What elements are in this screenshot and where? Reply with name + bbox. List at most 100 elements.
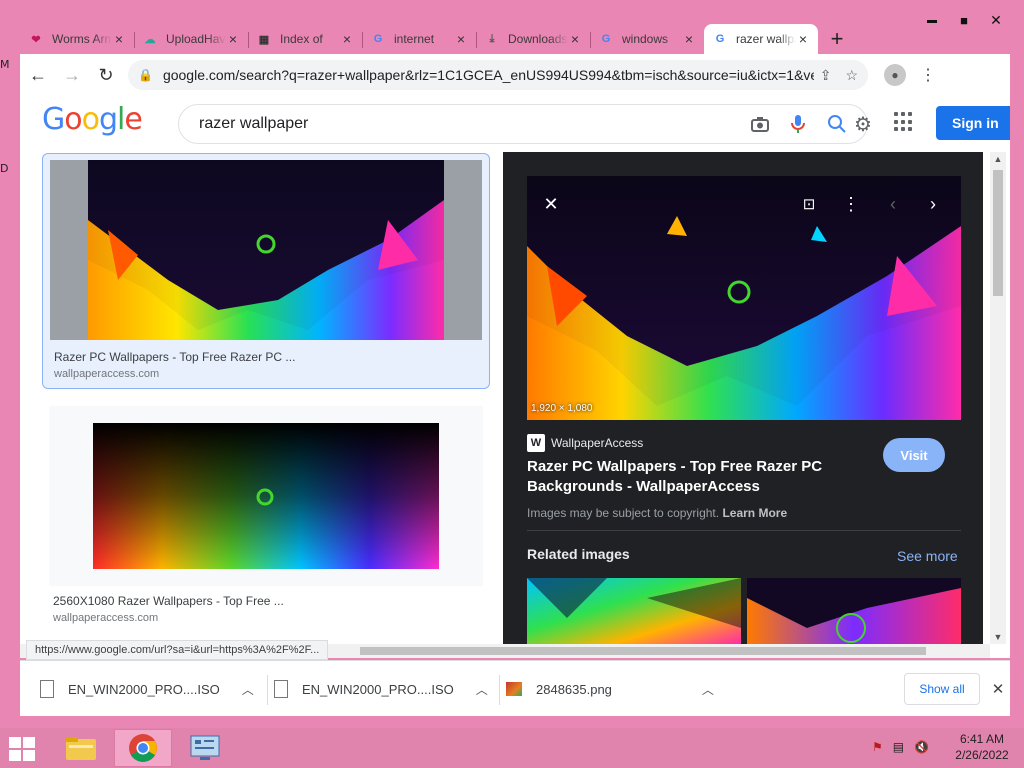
- preview-source[interactable]: W WallpaperAccess: [527, 434, 643, 452]
- tab-label: razer wallpaper: [736, 32, 796, 46]
- tab-razer-wallpaper[interactable]: G razer wallpaper ×: [704, 24, 818, 54]
- image-result-card[interactable]: 2560X1080 Razer Wallpapers - Top Free ..…: [42, 400, 490, 624]
- action-center-flag-icon[interactable]: ⚑: [872, 740, 883, 754]
- search-box[interactable]: razer wallpaper: [178, 104, 868, 144]
- new-tab-button[interactable]: +: [822, 24, 852, 54]
- search-input[interactable]: razer wallpaper: [199, 115, 751, 133]
- google-logo[interactable]: Google: [42, 102, 143, 137]
- more-options-icon[interactable]: ⋮: [837, 190, 865, 218]
- chrome-icon: [129, 734, 157, 762]
- scroll-up-icon[interactable]: ▲: [990, 154, 1006, 164]
- tab-close-icon[interactable]: ×: [340, 31, 354, 47]
- download-item[interactable]: EN_WIN2000_PRO....ISO ︿: [274, 669, 488, 709]
- close-shelf-icon[interactable]: ✕: [986, 673, 1010, 705]
- tab-label: Downloads: [508, 32, 568, 46]
- apps-grid-icon[interactable]: [894, 112, 914, 132]
- razer-wallpaper-thumbnail: [93, 423, 439, 569]
- control-panel-taskbar-icon[interactable]: [176, 729, 234, 767]
- cloud-icon: ☁: [144, 33, 156, 46]
- result-thumbnail[interactable]: [50, 160, 482, 340]
- see-more-link[interactable]: See more: [897, 548, 958, 564]
- profile-avatar-icon[interactable]: ●: [884, 64, 906, 86]
- chevron-up-icon[interactable]: ︿: [476, 681, 488, 698]
- related-wallpaper-thumbnail: [527, 578, 741, 644]
- folder-icon: [66, 737, 96, 760]
- microphone-icon[interactable]: [791, 114, 805, 134]
- chevron-up-icon[interactable]: ︿: [242, 681, 254, 698]
- previous-image-icon[interactable]: ‹: [879, 190, 907, 218]
- logo-letter: e: [124, 102, 142, 137]
- related-wallpaper-thumbnail: [747, 578, 961, 644]
- back-button[interactable]: ←: [22, 59, 54, 91]
- tab-windows[interactable]: G windows ×: [590, 24, 704, 54]
- search-icon[interactable]: [827, 114, 847, 134]
- sign-in-button[interactable]: Sign in: [936, 106, 1010, 140]
- tab-close-icon[interactable]: ×: [796, 31, 810, 47]
- download-filename: 2848635.png: [536, 681, 612, 697]
- close-preview-icon[interactable]: ✕: [537, 190, 565, 218]
- result-title[interactable]: 2560X1080 Razer Wallpapers - Top Free ..…: [53, 594, 490, 608]
- related-image-thumbnail[interactable]: [527, 578, 741, 644]
- copyright-text: Images may be subject to copyright.: [527, 506, 720, 520]
- clock-time: 6:41 AM: [959, 732, 1005, 746]
- chrome-taskbar-icon[interactable]: [114, 729, 172, 767]
- next-image-icon[interactable]: ›: [919, 190, 947, 218]
- control-panel-icon: [190, 735, 220, 760]
- wallpaperaccess-favicon-icon: W: [527, 434, 545, 452]
- result-thumbnail[interactable]: [49, 406, 483, 586]
- tab-label: Worms Armageddon: [52, 32, 112, 46]
- logo-letter: o: [64, 102, 82, 137]
- tab-worms[interactable]: ❤ Worms Armageddon ×: [20, 24, 134, 54]
- download-filename: EN_WIN2000_PRO....ISO: [302, 681, 454, 697]
- tab-close-icon[interactable]: ×: [454, 31, 468, 47]
- bookmark-star-icon[interactable]: ☆: [845, 67, 858, 84]
- file-icon: [274, 680, 288, 698]
- divider: [527, 530, 961, 531]
- image-result-card[interactable]: Razer PC Wallpapers - Top Free Razer PC …: [42, 153, 490, 389]
- visit-button[interactable]: Visit: [883, 438, 945, 472]
- logo-letter: o: [81, 102, 100, 137]
- settings-gear-icon[interactable]: ⚙: [854, 112, 872, 137]
- divider: [267, 675, 268, 705]
- network-icon[interactable]: ▤: [893, 740, 904, 754]
- tab-uploadhaven[interactable]: ☁ UploadHaven ×: [134, 24, 248, 54]
- chrome-menu-icon[interactable]: ⋮: [920, 65, 936, 85]
- tab-index-of[interactable]: ▦ Index of ×: [248, 24, 362, 54]
- razer-wallpaper-thumbnail: [88, 160, 444, 340]
- chevron-up-icon[interactable]: ︿: [702, 681, 714, 698]
- tab-close-icon[interactable]: ×: [682, 31, 696, 47]
- address-bar[interactable]: 🔒 google.com/search?q=razer+wallpaper&rl…: [128, 60, 868, 90]
- related-image-thumbnail[interactable]: [747, 578, 961, 644]
- reload-button[interactable]: ↻: [90, 59, 122, 91]
- download-shelf: EN_WIN2000_PRO....ISO ︿ EN_WIN2000_PRO..…: [20, 660, 1010, 716]
- download-item[interactable]: 2848635.png ︿: [506, 669, 714, 709]
- address-url[interactable]: google.com/search?q=razer+wallpaper&rlz=…: [163, 67, 814, 83]
- scrollbar-thumb[interactable]: [993, 170, 1003, 296]
- vertical-scrollbar[interactable]: ▲ ▼: [990, 152, 1006, 644]
- status-bar-url: https://www.google.com/url?sa=i&url=http…: [26, 640, 329, 660]
- result-domain[interactable]: wallpaperaccess.com: [53, 612, 490, 624]
- copyright-notice: Images may be subject to copyright. Lear…: [527, 506, 787, 520]
- download-item[interactable]: EN_WIN2000_PRO....ISO ︿: [40, 669, 254, 709]
- tab-internet[interactable]: G internet ×: [362, 24, 476, 54]
- camera-icon[interactable]: [751, 116, 769, 132]
- tab-downloads[interactable]: ⤓ Downloads ×: [476, 24, 590, 54]
- back-arrow-icon: ←: [29, 64, 47, 85]
- tab-close-icon[interactable]: ×: [112, 31, 126, 47]
- taskbar-clock[interactable]: 6:41 AM 2/26/2022: [950, 731, 1014, 763]
- scrollbar-thumb[interactable]: [360, 647, 926, 655]
- volume-muted-icon[interactable]: 🔇: [914, 740, 929, 754]
- share-icon[interactable]: ⇪: [820, 67, 832, 84]
- forward-button[interactable]: →: [56, 59, 88, 91]
- tab-close-icon[interactable]: ×: [226, 31, 240, 47]
- lens-search-icon[interactable]: ⊡: [795, 190, 823, 218]
- file-explorer-taskbar-icon[interactable]: [52, 729, 110, 767]
- show-all-button[interactable]: Show all: [904, 673, 980, 705]
- result-title[interactable]: Razer PC Wallpapers - Top Free Razer PC …: [54, 350, 489, 364]
- scroll-down-icon[interactable]: ▼: [990, 632, 1006, 642]
- start-button-windows-icon[interactable]: [8, 736, 38, 762]
- preview-title[interactable]: Razer PC Wallpapers - Top Free Razer PC …: [527, 457, 827, 497]
- result-domain[interactable]: wallpaperaccess.com: [54, 368, 489, 380]
- learn-more-link[interactable]: Learn More: [722, 506, 787, 520]
- tab-close-icon[interactable]: ×: [568, 31, 582, 47]
